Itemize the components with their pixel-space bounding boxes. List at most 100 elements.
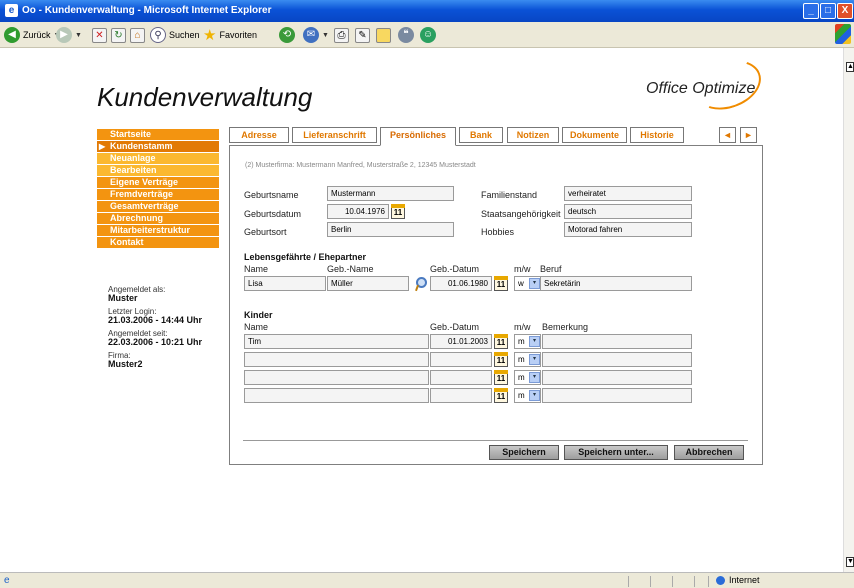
menu-item-fremdvertraege[interactable]: Fremdverträge (97, 189, 219, 200)
chevron-down-icon[interactable]: ▾ (529, 390, 540, 401)
mail-icon: ✉ (303, 27, 319, 43)
calendar-icon[interactable]: 11 (494, 370, 508, 385)
stop-button[interactable]: ✕ (92, 26, 107, 44)
birthname-label: Geburtsname (244, 190, 299, 200)
messenger-button[interactable]: ☺ (420, 26, 436, 44)
chevron-down-icon[interactable]: ▾ (529, 354, 540, 365)
hobbies-field[interactable]: Motorad fahren (564, 222, 692, 237)
scroll-up-icon[interactable]: ▲ (846, 62, 854, 72)
tab-next-icon[interactable]: ► (740, 127, 757, 143)
back-label: Zurück (23, 30, 51, 40)
maximize-button[interactable]: □ (820, 3, 836, 19)
child-birthdate-field[interactable]: 01.01.2003 (430, 334, 492, 349)
birthplace-field[interactable]: Berlin (327, 222, 454, 237)
back-button[interactable]: ◀ Zurück ▼ (4, 26, 60, 44)
chevron-down-icon[interactable]: ▾ (529, 278, 540, 289)
status-divider (708, 576, 709, 587)
cancel-button[interactable]: Abbrechen (674, 445, 744, 460)
main-menu: Startseite ▶ Kundenstamm Neuanlage Bearbe… (97, 129, 219, 249)
forward-button[interactable]: ▶ ▼ (56, 26, 82, 44)
save-as-button[interactable]: Speichern unter... (564, 445, 668, 460)
child-name-field[interactable] (244, 388, 429, 403)
birthname-field[interactable]: Mustermann (327, 186, 454, 201)
calendar-icon[interactable]: 11 (494, 352, 508, 367)
scroll-down-icon[interactable]: ▼ (846, 557, 854, 567)
partner-birthdate-field[interactable]: 01.06.1980 (430, 276, 492, 291)
child-note-field[interactable] (542, 370, 692, 385)
child-note-field[interactable] (542, 352, 692, 367)
menu-item-abrechnung[interactable]: Abrechnung (97, 213, 219, 224)
tab-notizen[interactable]: Notizen (507, 127, 559, 143)
tab-bank[interactable]: Bank (459, 127, 503, 143)
tab-dokumente[interactable]: Dokumente (562, 127, 627, 143)
child-note-field[interactable] (542, 334, 692, 349)
search-button[interactable]: ⚲ Suchen (150, 26, 200, 44)
menu-item-kontakt[interactable]: Kontakt (97, 237, 219, 248)
nationality-label: Staatsangehörigkeit (481, 209, 561, 219)
tab-persoenliches[interactable]: Persönliches (380, 127, 456, 146)
calendar-icon[interactable]: 11 (494, 276, 508, 291)
scrollbar[interactable] (843, 48, 854, 572)
menu-item-bearbeiten[interactable]: Bearbeiten (97, 165, 219, 176)
child-name-field[interactable] (244, 352, 429, 367)
partner-col-name: Name (244, 264, 269, 274)
menu-item-kundenstamm[interactable]: ▶ Kundenstamm (97, 141, 219, 152)
chevron-down-icon[interactable]: ▾ (529, 336, 540, 347)
favorites-label: Favoriten (219, 30, 257, 40)
calendar-icon[interactable]: 11 (494, 334, 508, 349)
stop-icon: ✕ (92, 27, 107, 43)
chevron-down-icon[interactable]: ▾ (529, 372, 540, 383)
print-button[interactable]: ⎙ (334, 26, 349, 44)
calendar-icon[interactable]: 11 (391, 204, 405, 219)
child-birthdate-field[interactable] (430, 370, 492, 385)
tab-lieferanschrift[interactable]: Lieferanschrift (292, 127, 377, 143)
company-value: Muster2 (108, 359, 143, 369)
children-col-gender: m/w (514, 322, 531, 332)
folder-button[interactable] (376, 26, 391, 44)
tab-prev-icon[interactable]: ◄ (719, 127, 736, 143)
marital-status-field[interactable]: verheiratet (564, 186, 692, 201)
menu-item-eigene-vertraege[interactable]: Eigene Verträge (97, 177, 219, 188)
child-name-field[interactable] (244, 370, 429, 385)
partner-birthname-field[interactable]: Müller (327, 276, 409, 291)
close-button[interactable]: X (837, 3, 853, 19)
home-button[interactable]: ⌂ (130, 26, 145, 44)
tab-adresse[interactable]: Adresse (229, 127, 289, 143)
forward-icon: ▶ (56, 27, 72, 43)
user-info: Angemeldet als: Muster Letzter Login: 21… (108, 285, 223, 373)
menu-item-gesamtvertraege[interactable]: Gesamtverträge (97, 201, 219, 212)
tab-historie[interactable]: Historie (630, 127, 684, 143)
save-button[interactable]: Speichern (489, 445, 559, 460)
windows-logo-icon (835, 24, 851, 44)
child-name-field[interactable]: Tim (244, 334, 429, 349)
history-icon: ⟲ (279, 27, 295, 43)
children-section-title: Kinder (244, 310, 273, 320)
menu-item-startseite[interactable]: Startseite (97, 129, 219, 140)
birthdate-field[interactable]: 10.04.1976 (327, 204, 389, 219)
status-divider (650, 576, 651, 587)
discuss-button[interactable]: ❝ (398, 26, 414, 44)
refresh-button[interactable]: ↻ (111, 26, 126, 44)
chevron-down-icon: ▼ (322, 31, 329, 39)
breadcrumb: (2) Musterfirma: Mustermann Manfred, Mus… (245, 162, 476, 169)
minimize-button[interactable]: _ (803, 3, 819, 19)
history-button[interactable]: ⟲ (279, 26, 295, 44)
menu-item-neuanlage[interactable]: Neuanlage (97, 153, 219, 164)
favorites-button[interactable]: ★ Favoriten (203, 26, 257, 44)
search-icon[interactable] (414, 277, 427, 291)
child-note-field[interactable] (542, 388, 692, 403)
child-birthdate-field[interactable] (430, 352, 492, 367)
calendar-icon[interactable]: 11 (494, 388, 508, 403)
edit-button[interactable]: ✎ (355, 26, 370, 44)
caret-right-icon: ▶ (99, 142, 106, 151)
page-icon: e (4, 575, 10, 586)
hobbies-label: Hobbies (481, 227, 515, 237)
nationality-field[interactable]: deutsch (564, 204, 692, 219)
children-col-note: Bemerkung (542, 322, 589, 332)
partner-job-field[interactable]: Sekretärin (540, 276, 692, 291)
mail-button[interactable]: ✉ ▼ (303, 26, 329, 44)
menu-item-mitarbeiterstruktur[interactable]: Mitarbeiterstruktur (97, 225, 219, 236)
print-icon: ⎙ (334, 27, 349, 43)
child-birthdate-field[interactable] (430, 388, 492, 403)
partner-name-field[interactable]: Lisa (244, 276, 326, 291)
